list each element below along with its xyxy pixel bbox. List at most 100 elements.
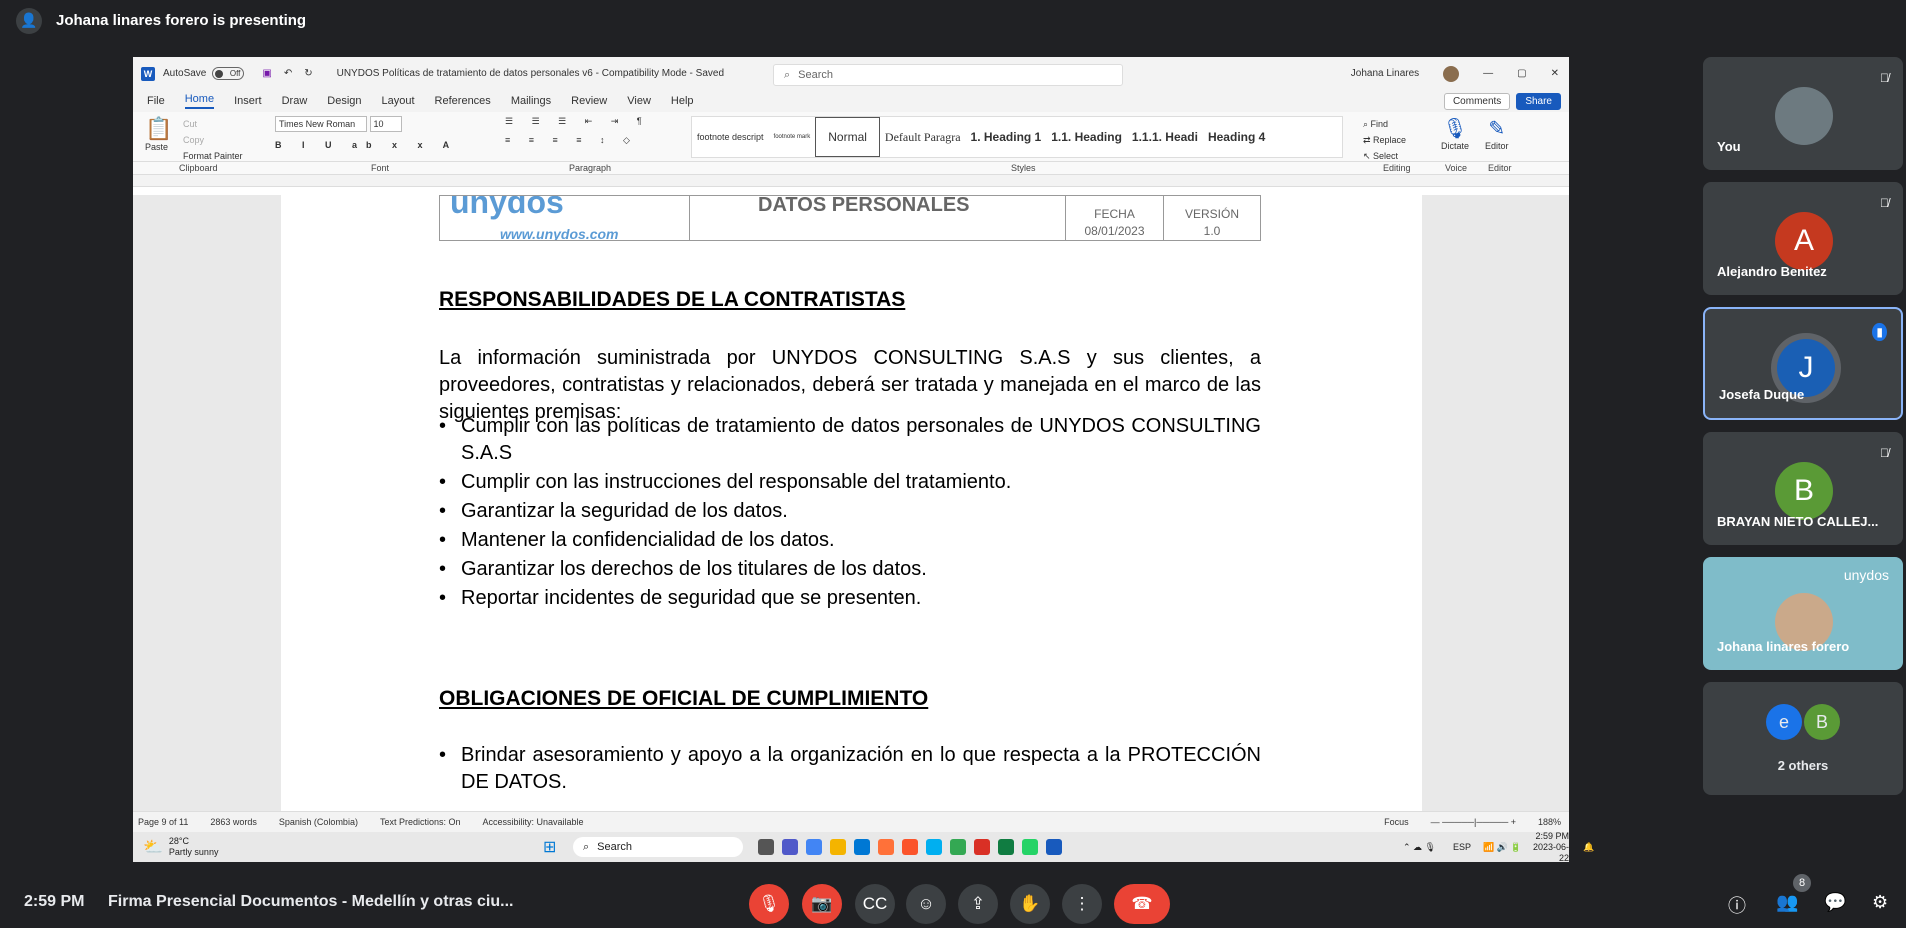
word-count[interactable]: 2863 words <box>210 817 257 827</box>
media-icon[interactable] <box>854 839 870 855</box>
list-item: Mantener la confidencialidad de los dato… <box>439 527 1261 554</box>
weather-widget[interactable]: 28°C Partly sunny <box>169 836 219 858</box>
font-name-select[interactable]: Times New Roman <box>275 116 367 132</box>
teams-icon[interactable] <box>782 839 798 855</box>
menu-insert[interactable]: Insert <box>234 95 262 107</box>
file-explorer-icon[interactable] <box>830 839 846 855</box>
comments-button[interactable]: Comments <box>1443 93 1511 110</box>
paste-button[interactable]: 📋 Paste <box>145 116 172 152</box>
menu-mailings[interactable]: Mailings <box>511 95 551 107</box>
task-view-icon[interactable] <box>758 839 774 855</box>
raise-hand-button[interactable]: ✋ <box>1010 884 1050 924</box>
participant-tile-others[interactable]: e B 2 others <box>1703 682 1903 795</box>
save-icon[interactable]: ▣ <box>262 68 271 79</box>
acrobat-icon[interactable] <box>974 839 990 855</box>
mic-off-button[interactable]: 🎙 <box>749 884 789 924</box>
people-icon[interactable]: 👥 <box>1776 892 1798 913</box>
style-normal[interactable]: Normal <box>815 117 880 157</box>
windows-start-icon[interactable]: ⊞ <box>543 837 556 857</box>
captions-button[interactable]: CC <box>855 884 895 924</box>
redo-icon[interactable]: ↻ <box>304 68 312 79</box>
close-icon[interactable]: ✕ <box>1551 68 1559 79</box>
search-icon: ⌕ <box>583 840 590 853</box>
header-url[interactable]: www.unydos.com <box>500 226 619 240</box>
network-volume-icon[interactable]: 📶 🔊 🔋 <box>1483 842 1522 853</box>
participant-tile[interactable]: B 🎙̸ BRAYAN NIETO CALLEJ... <box>1703 432 1903 545</box>
notifications-icon[interactable]: 🔔 <box>1583 842 1594 853</box>
document-page[interactable]: unydos www.unydos.com DATOS PERSONALES F… <box>281 194 1422 811</box>
editor-button[interactable]: ✎ Editor <box>1485 116 1509 151</box>
zoom-slider[interactable]: — ─────|───── + <box>1431 817 1516 827</box>
minimize-icon[interactable]: — <box>1483 68 1493 79</box>
menu-review[interactable]: Review <box>571 95 607 107</box>
zoom-level[interactable]: 188% <box>1538 817 1561 827</box>
firefox-icon[interactable] <box>878 839 894 855</box>
system-tray-icons[interactable]: ⌃ ☁ 🎙 <box>1403 842 1436 853</box>
menu-help[interactable]: Help <box>671 95 694 107</box>
style-footnote[interactable]: footnote descript <box>692 132 769 142</box>
replace-button[interactable]: ⇄ Replace <box>1363 132 1406 148</box>
style-heading2[interactable]: 1.1. Heading <box>1046 130 1127 144</box>
participant-tile[interactable]: A 🎙̸ Alejandro Benitez <box>1703 182 1903 295</box>
participant-tile[interactable]: J ▮ Josefa Duque <box>1703 307 1903 420</box>
more-options-button[interactable]: ⋮ <box>1062 884 1102 924</box>
style-default[interactable]: Default Paragra <box>880 130 966 145</box>
style-heading1[interactable]: 1. Heading 1 <box>966 130 1047 144</box>
menu-file[interactable]: File <box>147 95 165 107</box>
input-language[interactable]: ESP <box>1453 842 1471 852</box>
style-footnote-mark[interactable]: footnote mark <box>769 134 816 140</box>
menu-design[interactable]: Design <box>327 95 361 107</box>
accessibility-status[interactable]: Accessibility: Unavailable <box>483 817 584 827</box>
document-title[interactable]: UNYDOS Políticas de tratamiento de datos… <box>337 68 724 79</box>
text-predictions[interactable]: Text Predictions: On <box>380 817 461 827</box>
chrome-profile-icon[interactable] <box>950 839 966 855</box>
word-icon[interactable] <box>1046 839 1062 855</box>
style-heading4[interactable]: Heading 4 <box>1203 130 1270 144</box>
taskbar-search[interactable]: ⌕ Search <box>573 837 743 857</box>
group-font: Font <box>371 163 390 173</box>
participant-tile[interactable]: unydos Johana linares forero <box>1703 557 1903 670</box>
page-count[interactable]: Page 9 of 11 <box>138 817 188 827</box>
share-button[interactable]: Share <box>1516 93 1561 110</box>
dictate-button[interactable]: 🎙 Dictate <box>1441 116 1469 151</box>
brave-icon[interactable] <box>902 839 918 855</box>
menu-layout[interactable]: Layout <box>382 95 415 107</box>
weather-icon[interactable]: ⛅ <box>143 837 163 857</box>
list-item: Reportar incidentes de seguridad que se … <box>439 585 1261 612</box>
user-avatar[interactable] <box>1443 65 1460 82</box>
participant-tile[interactable]: 🎙̸ You <box>1703 57 1903 170</box>
style-heading3[interactable]: 1.1.1. Headi <box>1127 130 1203 144</box>
autosave-toggle[interactable]: Off <box>212 67 245 80</box>
camera-off-button[interactable]: 📷 <box>802 884 842 924</box>
activities-icon[interactable]: ⚙ <box>1872 892 1888 913</box>
focus-button[interactable]: Focus <box>1384 817 1409 827</box>
menu-view[interactable]: View <box>627 95 651 107</box>
skype-icon[interactable] <box>926 839 942 855</box>
chat-icon[interactable]: 💬 <box>1824 892 1846 913</box>
word-search-input[interactable]: ⌕ Search <box>773 64 1123 86</box>
menu-draw[interactable]: Draw <box>282 95 308 107</box>
info-icon[interactable]: ⓘ <box>1728 892 1746 918</box>
font-size-select[interactable]: 10 <box>369 116 402 132</box>
find-button[interactable]: ⌕ Find <box>1363 116 1406 132</box>
end-call-button[interactable]: ☎ <box>1114 884 1170 924</box>
excel-icon[interactable] <box>998 839 1014 855</box>
whatsapp-icon[interactable] <box>1022 839 1038 855</box>
font-format-buttons[interactable]: B I U ab x x A <box>275 140 458 150</box>
maximize-icon[interactable]: ▢ <box>1517 68 1526 79</box>
styles-gallery[interactable]: footnote descript footnote mark Normal D… <box>691 116 1343 158</box>
menu-home[interactable]: Home <box>184 93 215 109</box>
cut-button[interactable]: Cut <box>183 116 243 132</box>
present-button[interactable]: ⇪ <box>958 884 998 924</box>
copy-button[interactable]: Copy <box>183 132 243 148</box>
ruler[interactable] <box>133 175 1569 187</box>
language-status[interactable]: Spanish (Colombia) <box>279 817 358 827</box>
undo-icon[interactable]: ↶ <box>284 68 292 79</box>
menu-references[interactable]: References <box>435 95 491 107</box>
chrome-icon[interactable] <box>806 839 822 855</box>
taskbar-clock[interactable]: 2:59 PM 2023-06-22 <box>1526 831 1569 864</box>
mic-off-icon: 🎙̸ <box>1880 446 1889 460</box>
meeting-title[interactable]: Firma Presencial Documentos - Medellín y… <box>108 893 513 911</box>
emoji-button[interactable]: ☺ <box>906 884 946 924</box>
paragraph-buttons[interactable]: ☰ ☰ ☰ ⇤ ⇥ ¶ ≡ ≡ ≡ ≡ ↕ ◇ <box>505 116 650 146</box>
